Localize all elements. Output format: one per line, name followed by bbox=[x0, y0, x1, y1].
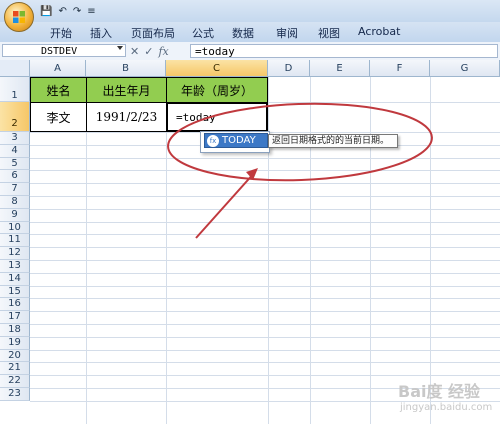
row-header-21[interactable]: 21 bbox=[0, 362, 30, 376]
column-header-b[interactable]: B bbox=[86, 60, 166, 77]
row-header-6[interactable]: 6 bbox=[0, 170, 30, 184]
tab-home[interactable]: 开始 bbox=[50, 25, 72, 41]
row-header-14[interactable]: 14 bbox=[0, 272, 30, 286]
row-header-18[interactable]: 18 bbox=[0, 324, 30, 337]
ribbon-tab-bar: 开始 插入 页面布局 公式 数据 审阅 视图 Acrobat bbox=[0, 22, 500, 43]
row-header-8[interactable]: 8 bbox=[0, 196, 30, 209]
tab-acrobat[interactable]: Acrobat bbox=[358, 25, 400, 38]
row-header-7[interactable]: 7 bbox=[0, 183, 30, 196]
formula-bar-controls: ✕ ✓ fx bbox=[130, 44, 169, 58]
row-header-4[interactable]: 4 bbox=[0, 144, 30, 158]
select-all-corner[interactable] bbox=[0, 60, 30, 77]
column-header-d[interactable]: D bbox=[268, 60, 310, 77]
column-header-g[interactable]: G bbox=[430, 60, 500, 77]
autocomplete-item-label: TODAY bbox=[222, 135, 256, 146]
quick-access-toolbar: 💾 ↶ ↷ ≡ bbox=[40, 3, 96, 19]
row-header-22[interactable]: 22 bbox=[0, 375, 30, 388]
office-logo-icon bbox=[13, 11, 25, 23]
row-header-15[interactable]: 15 bbox=[0, 285, 30, 299]
row-header-12[interactable]: 12 bbox=[0, 247, 30, 260]
row-header-17[interactable]: 17 bbox=[0, 311, 30, 324]
watermark-logo: Bai度 经验 bbox=[398, 382, 481, 401]
tab-insert[interactable]: 插入 bbox=[90, 25, 112, 41]
office-button[interactable] bbox=[4, 2, 34, 32]
row-header-20[interactable]: 20 bbox=[0, 349, 30, 363]
row-header-13[interactable]: 13 bbox=[0, 260, 30, 273]
row-header-11[interactable]: 11 bbox=[0, 234, 30, 248]
enter-icon[interactable]: ✓ bbox=[144, 45, 153, 58]
cell-c1[interactable]: 年龄（周岁） bbox=[166, 77, 268, 103]
undo-icon[interactable]: ↶ bbox=[58, 6, 66, 17]
row-header-1[interactable]: 1 bbox=[0, 77, 30, 102]
watermark-url: jingyan.baidu.com bbox=[400, 402, 493, 413]
name-box-dropdown-icon[interactable] bbox=[117, 46, 123, 50]
function-icon: fx bbox=[207, 134, 219, 147]
column-header-e[interactable]: E bbox=[310, 60, 370, 77]
row-header-9[interactable]: 9 bbox=[0, 208, 30, 222]
save-icon[interactable]: 💾 bbox=[40, 6, 52, 17]
redo-icon[interactable]: ↷ bbox=[73, 6, 81, 17]
formula-input[interactable]: =today bbox=[190, 44, 498, 58]
row-header-23[interactable]: 23 bbox=[0, 388, 30, 401]
tab-view[interactable]: 视图 bbox=[318, 25, 340, 41]
cell-a2[interactable]: 李文 bbox=[30, 102, 87, 132]
cancel-icon[interactable]: ✕ bbox=[130, 45, 139, 58]
row-header-5[interactable]: 5 bbox=[0, 157, 30, 171]
column-header-f[interactable]: F bbox=[370, 60, 430, 77]
tab-page-layout[interactable]: 页面布局 bbox=[131, 25, 175, 41]
formula-bar: DSTDEV ✕ ✓ fx =today bbox=[0, 42, 500, 61]
row-header-16[interactable]: 16 bbox=[0, 298, 30, 312]
function-tooltip: 返回日期格式的的当前日期。 bbox=[268, 134, 398, 148]
column-header-c[interactable]: C bbox=[166, 60, 268, 77]
tab-review[interactable]: 审阅 bbox=[276, 25, 298, 41]
row-header-19[interactable]: 19 bbox=[0, 336, 30, 350]
autocomplete-item-today[interactable]: fx TODAY bbox=[204, 133, 268, 148]
name-box[interactable]: DSTDEV bbox=[2, 44, 126, 57]
watermark: Bai度 经验 jingyan.baidu.com bbox=[380, 378, 498, 422]
row-header-3[interactable]: 3 bbox=[0, 132, 30, 145]
cell-c2-active[interactable]: =today bbox=[166, 102, 268, 132]
tab-data[interactable]: 数据 bbox=[232, 25, 254, 41]
column-header-a[interactable]: A bbox=[30, 60, 86, 77]
title-bar: 💾 ↶ ↷ ≡ bbox=[0, 0, 500, 22]
customize-toolbar-icon[interactable]: ≡ bbox=[87, 6, 95, 17]
insert-function-icon[interactable]: fx bbox=[158, 45, 168, 58]
cell-b2[interactable]: 1991/2/23 bbox=[86, 102, 167, 132]
cell-a1[interactable]: 姓名 bbox=[30, 77, 87, 103]
row-header-2[interactable]: 2 bbox=[0, 102, 30, 132]
tab-formulas[interactable]: 公式 bbox=[192, 25, 214, 41]
row-header-10[interactable]: 10 bbox=[0, 221, 30, 235]
cell-b1[interactable]: 出生年月 bbox=[86, 77, 167, 103]
